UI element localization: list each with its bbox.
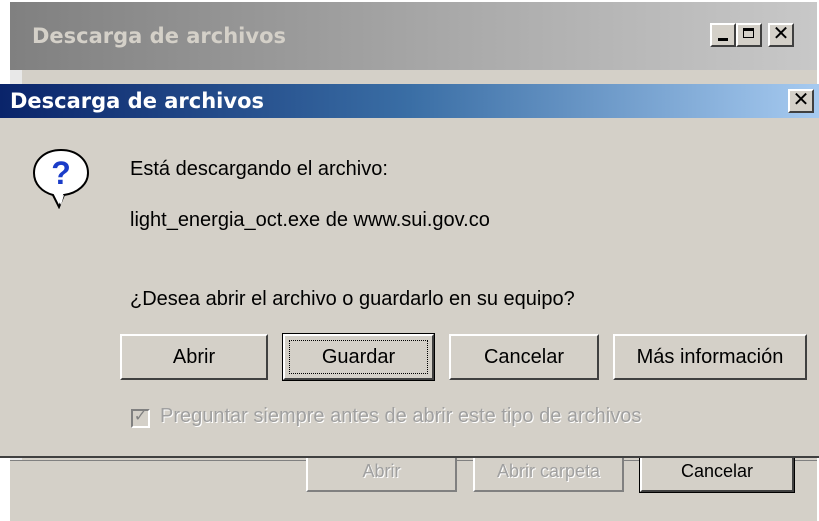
cancel-button[interactable]: Cancelar [449, 334, 599, 380]
open-button[interactable]: Abrir [120, 334, 268, 380]
minimize-button[interactable] [710, 23, 736, 47]
download-window-titlebar[interactable]: Descarga de archivos ✕ [10, 2, 817, 70]
svg-text:?: ? [51, 155, 71, 191]
question-icon: ? [32, 148, 90, 209]
file-download-dialog: Descarga de archivos ✕ ? Está descargand… [0, 84, 819, 458]
dialog-titlebar[interactable]: Descarga de archivos ✕ [0, 84, 819, 118]
save-button-label: Guardar [321, 346, 396, 368]
minimize-icon [718, 38, 728, 41]
downloading-message: Está descargando el archivo: [130, 158, 388, 180]
dialog-title: Descarga de archivos [10, 89, 264, 113]
dialog-close-button[interactable]: ✕ [788, 89, 814, 113]
checkmark-icon: ✓ [133, 408, 148, 425]
always-ask-label: Preguntar siempre antes de abrir este ti… [160, 405, 642, 427]
filename-source: light_energia_oct.exe de www.sui.gov.co [130, 209, 490, 231]
maximize-button[interactable] [736, 23, 762, 47]
download-window-title: Descarga de archivos [32, 24, 286, 48]
close-icon: ✕ [772, 23, 790, 45]
window-close-button[interactable]: ✕ [768, 23, 794, 47]
open-or-save-question: ¿Desea abrir el archivo o guardarlo en s… [130, 288, 575, 310]
save-button[interactable]: Guardar [282, 333, 435, 381]
close-icon: ✕ [792, 89, 810, 111]
more-info-button[interactable]: Más información [613, 334, 807, 380]
maximize-icon [743, 28, 754, 38]
always-ask-checkbox[interactable]: ✓ [131, 408, 150, 428]
